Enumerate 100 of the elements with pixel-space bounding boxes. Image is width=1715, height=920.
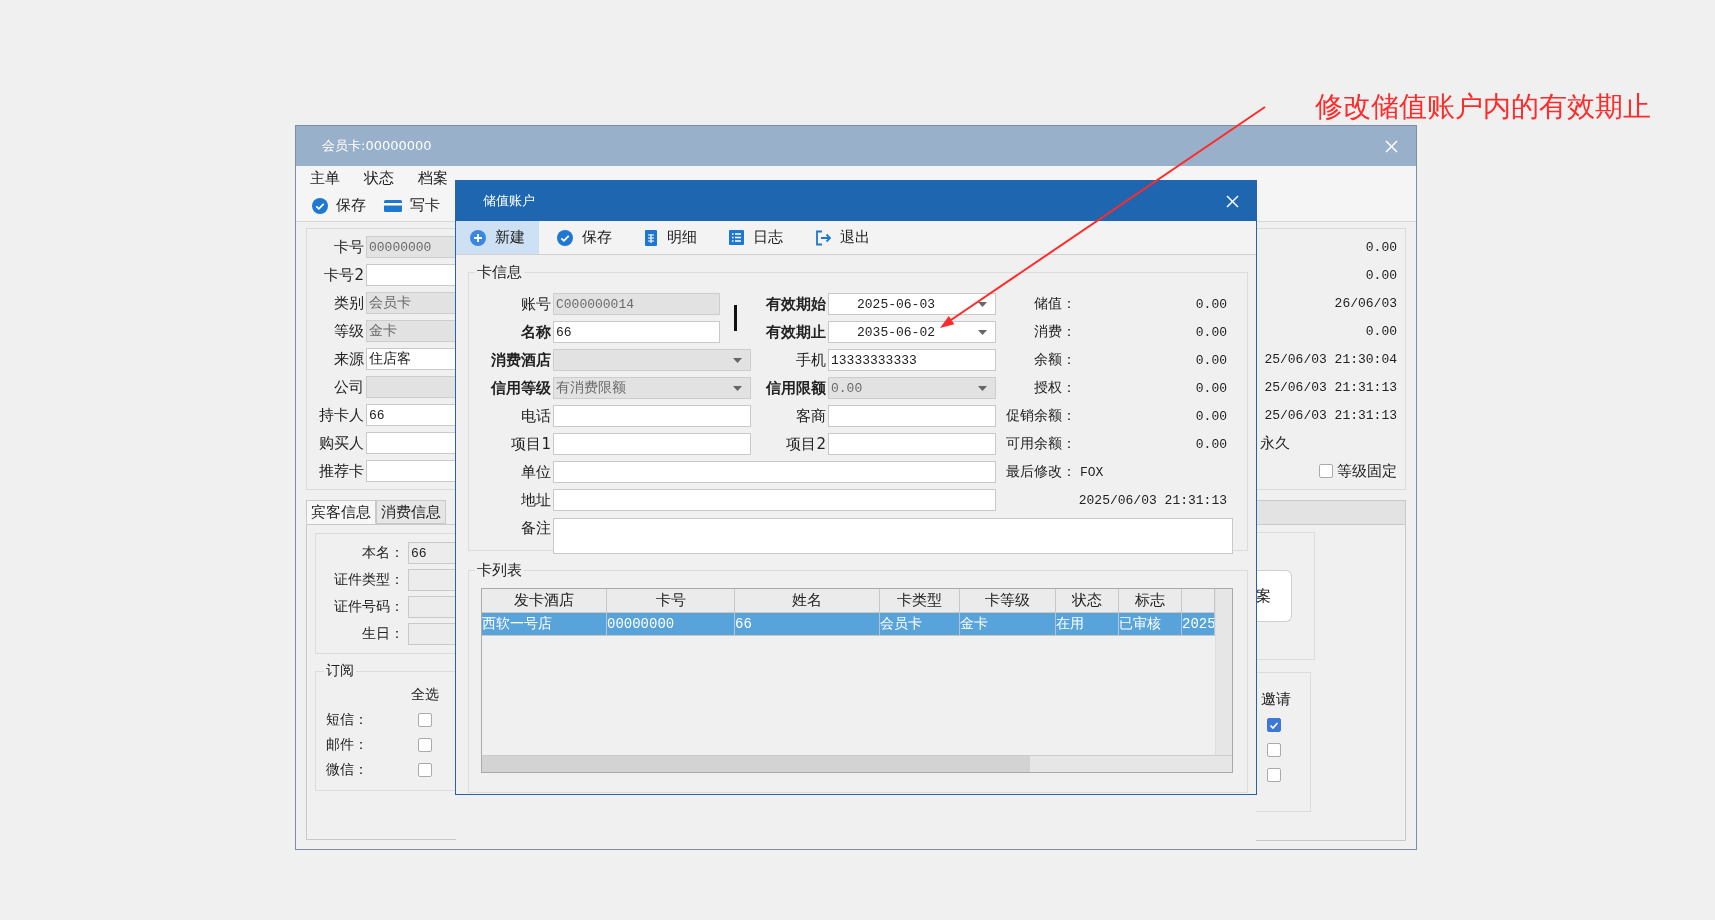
field-label: 持卡人 <box>318 405 364 425</box>
input-field[interactable] <box>553 433 751 455</box>
field-label: 授权： <box>1033 379 1076 397</box>
input-field[interactable] <box>553 489 996 511</box>
input-field[interactable]: 住店客 <box>366 348 456 370</box>
menu-item[interactable]: 状态 <box>352 168 406 188</box>
value-text: 26/06/03 <box>1333 295 1397 311</box>
horizontal-scrollbar[interactable] <box>482 755 1232 772</box>
annotation-text: 修改储值账户内的有效期止 <box>1315 89 1651 125</box>
column-label: 全选 <box>411 685 439 704</box>
dropdown-field[interactable]: 2025-06-03 <box>828 293 996 315</box>
column-header[interactable]: 卡等级 <box>960 589 1056 613</box>
checkbox[interactable] <box>418 737 432 752</box>
field-label: 证件号码： <box>333 598 404 616</box>
vertical-scrollbar[interactable] <box>1215 589 1232 755</box>
tab[interactable]: 消费信息 <box>376 500 446 524</box>
input-field[interactable]: 66 <box>553 321 720 343</box>
checkbox[interactable] <box>1267 767 1281 782</box>
field-label: 备注 <box>520 518 551 538</box>
field-label: 储值： <box>1033 295 1076 313</box>
toolbar-button[interactable]: 保存 <box>543 221 626 254</box>
dropdown-arrow-icon <box>978 385 987 391</box>
menu-item[interactable]: 档案 <box>406 168 460 188</box>
field-label: 推荐卡 <box>318 461 364 481</box>
table-cell: 00000000 <box>607 616 675 632</box>
input-field[interactable] <box>553 405 751 427</box>
text-area[interactable] <box>553 518 1233 554</box>
column-header[interactable]: 状态 <box>1056 589 1119 613</box>
field-label: 地址 <box>520 490 551 510</box>
column-header[interactable] <box>1182 589 1215 613</box>
field-label: 生日： <box>361 625 404 643</box>
menu-item[interactable]: 主单 <box>298 168 352 188</box>
field-label: 有效期始 <box>765 294 826 314</box>
input-field[interactable] <box>553 461 996 483</box>
toolbar-button[interactable]: 日志 <box>715 221 797 254</box>
checkbox[interactable] <box>1267 742 1281 757</box>
input-field[interactable]: 66 <box>408 542 456 564</box>
dropdown-field[interactable]: 2035-06-02 <box>828 321 996 343</box>
field-label: 名称 <box>520 322 551 342</box>
field-label: 公司 <box>333 377 364 397</box>
column-header[interactable]: 发卡酒店 <box>482 589 607 613</box>
toolbar-button[interactable]: 保存 <box>312 196 366 215</box>
column-header[interactable]: 姓名 <box>735 589 880 613</box>
checkbox[interactable] <box>418 762 432 777</box>
check-icon <box>312 197 328 214</box>
checkbox[interactable] <box>1267 717 1281 732</box>
dropdown-arrow-icon <box>978 329 987 335</box>
field-label: 卡号 <box>333 237 364 257</box>
input-field[interactable]: 13333333333 <box>828 349 996 371</box>
dropdown-arrow-icon <box>733 357 742 363</box>
field-label: 项目1 <box>510 434 551 454</box>
input-field[interactable] <box>828 433 996 455</box>
toolbar-button[interactable]: 退出 <box>801 221 884 254</box>
field-label: 可用余额： <box>1005 435 1076 453</box>
table-cell: 西软一号店 <box>482 615 552 633</box>
field-label: 购买人 <box>318 433 364 453</box>
input-field[interactable] <box>408 623 456 645</box>
value-text: 25/06/03 21:31:13 <box>1263 407 1397 423</box>
input-field[interactable] <box>366 264 456 286</box>
toolbar-button[interactable]: 明细 <box>630 221 711 254</box>
column-header[interactable]: 标志 <box>1119 589 1182 613</box>
field-label: 消费： <box>1033 323 1076 341</box>
timestamp-text: 2025/06/03 21:31:13 <box>1077 492 1228 508</box>
window-title: 会员卡:00000000 <box>322 137 432 155</box>
input-field[interactable] <box>828 405 996 427</box>
table-cell: 会员卡 <box>880 615 922 633</box>
column-header[interactable]: 卡号 <box>607 589 735 613</box>
close-icon[interactable] <box>1226 194 1239 208</box>
input-field[interactable] <box>366 460 456 482</box>
group-title: 订阅 <box>325 662 355 680</box>
input-field[interactable] <box>408 569 456 591</box>
check-icon <box>557 229 573 246</box>
field-label: 消费酒店 <box>490 350 551 370</box>
field-label: 账号 <box>520 294 551 314</box>
table-cell: 金卡 <box>960 615 988 633</box>
field-label: 手机 <box>795 350 826 370</box>
group-title: 卡信息 <box>476 263 523 282</box>
checkbox[interactable] <box>418 712 432 727</box>
input-field[interactable] <box>366 432 456 454</box>
value-text: 永久 <box>1259 433 1291 453</box>
table-cell: 66 <box>735 616 752 632</box>
value-text: 0.00 <box>1364 267 1397 283</box>
column-header[interactable]: 卡类型 <box>880 589 960 613</box>
checkbox[interactable] <box>1319 464 1333 478</box>
tab[interactable]: 宾客信息 <box>306 500 376 524</box>
field-label: 单位 <box>520 462 551 482</box>
toolbar-button[interactable]: 写卡 <box>384 196 440 215</box>
partial-button[interactable]: 案 <box>1256 570 1292 622</box>
input-field[interactable] <box>408 596 456 618</box>
value-text: 0.00 <box>1194 436 1228 452</box>
toolbar-button[interactable]: 新建 <box>456 221 539 254</box>
field-label: 有效期止 <box>765 322 826 342</box>
field-label: 项目2 <box>785 434 826 454</box>
value-text: 0.00 <box>1194 324 1228 340</box>
scrollbar-thumb[interactable] <box>482 756 1030 772</box>
field-label: 电话 <box>520 406 551 426</box>
field-label: 本名： <box>361 544 404 562</box>
vertical-bar-mark <box>734 305 737 331</box>
input-field[interactable]: 66 <box>366 404 456 426</box>
option-label: 微信： <box>325 760 369 779</box>
